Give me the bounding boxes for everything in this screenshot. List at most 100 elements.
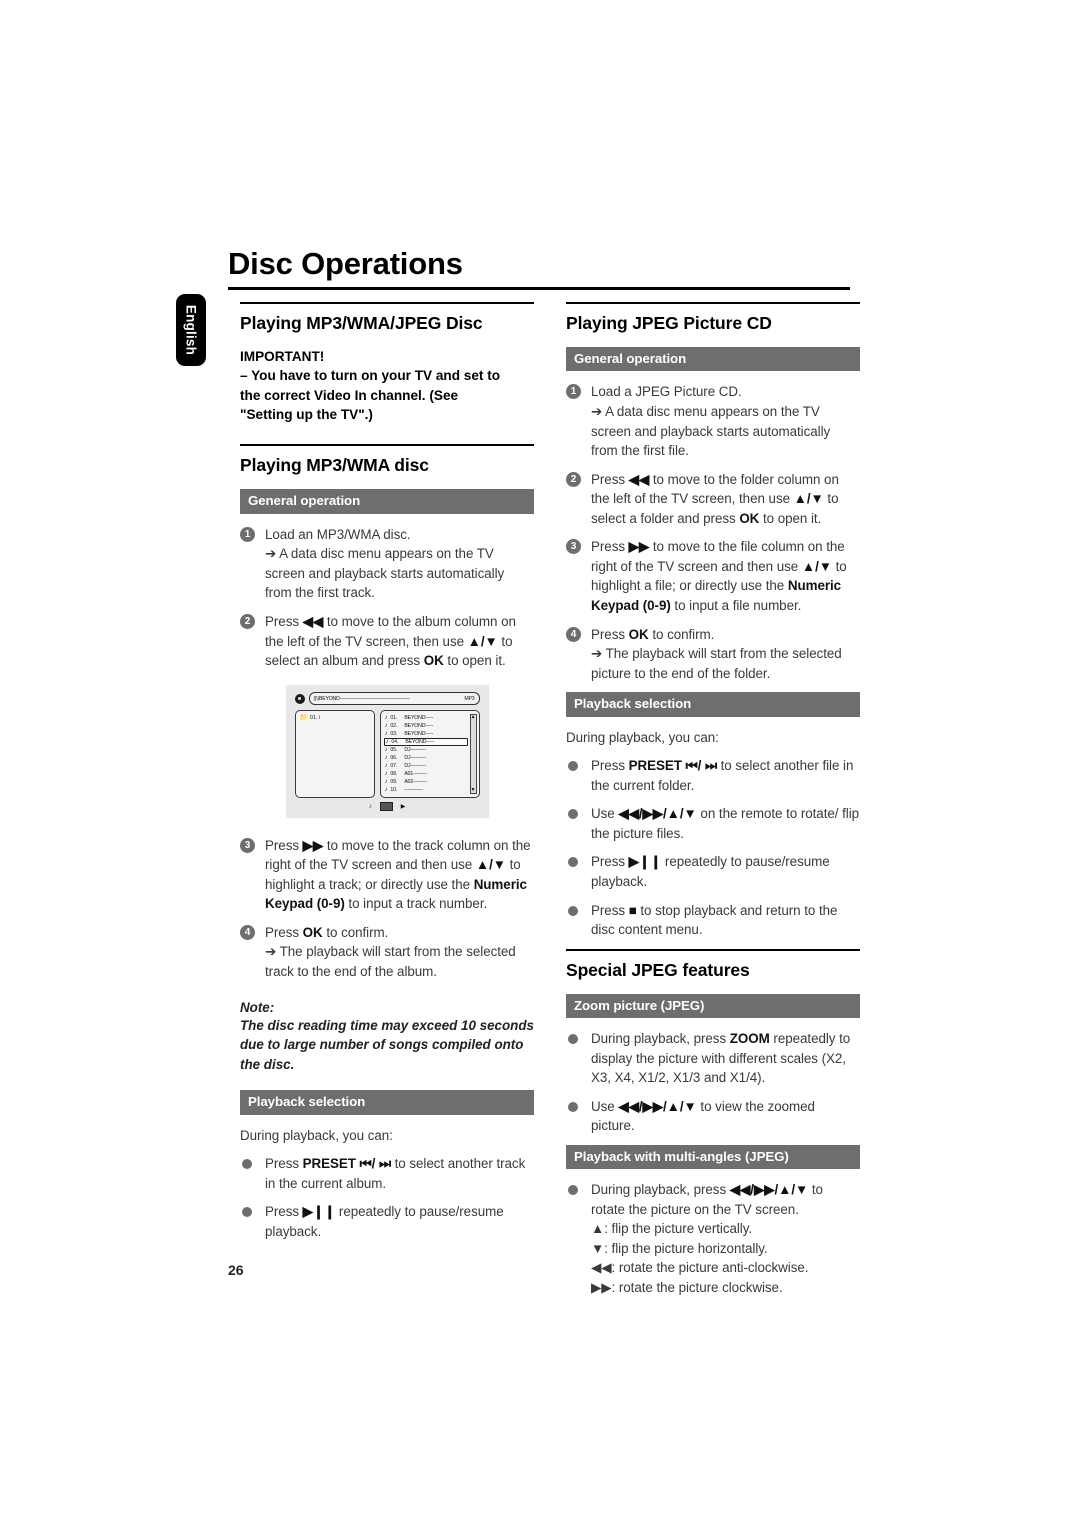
bullet-list-multiangle: During playback, press ◀◀/▶▶/▲/▼ to rota… bbox=[566, 1180, 860, 1297]
section-heading-playing-mp3-wma-disc: Playing MP3/WMA disc bbox=[240, 455, 429, 476]
tv-scrollbar[interactable]: ▲ ▼ bbox=[469, 713, 477, 794]
note-label: Note: bbox=[240, 999, 275, 1015]
tv-file-number: 09. bbox=[390, 778, 398, 785]
step-number: 4 bbox=[566, 626, 581, 642]
step-number: 4 bbox=[240, 924, 255, 940]
rewind-icon: ◀◀ bbox=[628, 471, 650, 487]
step-result: ➔ The playback will start from the selec… bbox=[591, 646, 842, 681]
bullet-text-a: Press bbox=[265, 1156, 303, 1172]
subsection-bar-multi-angles: Playback with multi-angles (JPEG) bbox=[566, 1144, 860, 1170]
step-number: 1 bbox=[240, 526, 255, 542]
step-number: 3 bbox=[566, 539, 581, 555]
play-pause-icon: ▶❙❙ bbox=[302, 1204, 336, 1220]
preset-key-label: PRESET bbox=[628, 758, 682, 774]
step-text-a: Press bbox=[265, 837, 303, 853]
bullet-text-a: During playback, press bbox=[591, 1182, 730, 1198]
subsection-bar-general-operation: General operation bbox=[566, 347, 860, 372]
step-text-a: Press bbox=[265, 924, 303, 940]
music-note-icon: ♪ bbox=[384, 746, 388, 753]
step-result: ➔ A data disc menu appears on the TV scr… bbox=[265, 546, 505, 601]
tv-file-name: A02--------- bbox=[404, 778, 428, 785]
subsection-bar-playback-selection: Playback selection bbox=[566, 692, 860, 717]
ok-key-label: OK bbox=[423, 653, 444, 669]
tv-file-row: ♪ 06. DJ---------- bbox=[384, 754, 468, 762]
page-number: 26 bbox=[228, 1262, 244, 1278]
tv-footer-controls: ♪ ▶ bbox=[295, 801, 480, 813]
tv-path-format: MP3 bbox=[464, 695, 475, 702]
tv-file-name: DJ---------- bbox=[404, 762, 427, 769]
bullet-dot-icon bbox=[568, 809, 578, 820]
fast-forward-icon: ▶▶ bbox=[302, 837, 324, 853]
tv-file-number: 05. bbox=[390, 746, 398, 753]
step-text: Load a JPEG Picture CD. bbox=[591, 384, 742, 400]
zoom-key-label: ZOOM bbox=[729, 1031, 770, 1047]
multiangle-key-legend: ▲: flip the picture vertically. ▼: flip … bbox=[591, 1219, 860, 1297]
tv-file-row: ♪ 07. DJ---------- bbox=[384, 762, 468, 770]
tv-file-number: 10. bbox=[390, 786, 398, 793]
key-legend-item: ◀◀: rotate the picture anti-clockwise. bbox=[591, 1260, 809, 1276]
play-pause-icon: ▶❙❙ bbox=[628, 854, 662, 870]
fast-forward-icon: ▶▶ bbox=[628, 539, 650, 555]
direction-keys-icon: ◀◀/▶▶/▲/▼ bbox=[618, 1098, 697, 1114]
step-text-d: to open it. bbox=[759, 510, 822, 526]
playback-intro-text: During playback, you can: bbox=[240, 1127, 393, 1143]
step-item: 4 Press OK to confirm. ➔ The playback wi… bbox=[566, 625, 860, 684]
tv-file-row: ♪ 05. DJ---------- bbox=[384, 746, 468, 754]
title-divider bbox=[228, 287, 850, 290]
tv-file-number: 01. bbox=[390, 714, 398, 721]
prev-next-icon: ⏮/ ⏭ bbox=[355, 1156, 391, 1172]
step-item: 4 Press OK to confirm. ➔ The playback wi… bbox=[240, 923, 534, 982]
tv-file-name: BEYOND----- bbox=[404, 730, 434, 737]
step-item: 1 Load a JPEG Picture CD. ➔ A data disc … bbox=[566, 382, 860, 460]
language-tab: English bbox=[176, 294, 206, 366]
key-legend-item: ▼: flip the picture horizontally. bbox=[591, 1240, 768, 1256]
direction-keys-icon: ◀◀/▶▶/▲/▼ bbox=[618, 806, 697, 822]
music-note-icon: ♪ bbox=[384, 770, 388, 777]
bullet-item: Press PRESET ⏮/ ⏭ to select another file… bbox=[566, 756, 860, 795]
step-text-a: Press bbox=[265, 613, 303, 629]
important-notice: IMPORTANT! – You have to turn on your TV… bbox=[240, 347, 534, 424]
bullet-item: Use ◀◀/▶▶/▲/▼ to view the zoomed picture… bbox=[566, 1097, 860, 1136]
tv-album-column: 📁 01. \ bbox=[294, 709, 375, 798]
prev-next-icon: ⏮/ ⏭ bbox=[681, 758, 717, 774]
tv-file-number: 02. bbox=[390, 722, 398, 729]
bullet-list-jpeg-playback: Press PRESET ⏮/ ⏭ to select another file… bbox=[566, 756, 860, 940]
section-heading-special-jpeg-features: Special JPEG features bbox=[566, 959, 750, 980]
tv-path-prefix: (|\)BEYOND bbox=[313, 695, 340, 702]
music-note-icon: ♪ bbox=[384, 786, 388, 793]
bullet-text-a: Use bbox=[591, 806, 619, 822]
ok-key-label: OK bbox=[739, 510, 760, 526]
bullet-text-a: Press bbox=[265, 1204, 303, 1220]
steps-list-mp3-cont: 3 Press ▶▶ to move to the track column o… bbox=[240, 836, 534, 982]
bullet-dot-icon bbox=[568, 761, 578, 772]
key-legend-item: ▲: flip the picture vertically. bbox=[591, 1221, 753, 1237]
note-block: Note: The disc reading time may exceed 1… bbox=[240, 1000, 534, 1075]
playback-intro-text: During playback, you can: bbox=[566, 729, 719, 745]
scroll-up-icon[interactable]: ▲ bbox=[471, 714, 476, 720]
music-note-icon: ♪ bbox=[384, 722, 388, 729]
step-number: 1 bbox=[566, 384, 581, 400]
bullet-item: Use ◀◀/▶▶/▲/▼ on the remote to rotate/ f… bbox=[566, 804, 860, 843]
tv-topbar: (|\)BEYOND —————————————— MP3 bbox=[294, 692, 480, 706]
section-divider bbox=[240, 444, 534, 447]
tv-path-field: (|\)BEYOND —————————————— MP3 bbox=[308, 692, 480, 706]
tv-file-number: 07. bbox=[390, 762, 398, 769]
folder-icon: 📁 bbox=[299, 713, 308, 721]
step-text-d: to input a file number. bbox=[670, 598, 802, 614]
tv-file-name: A01--------- bbox=[404, 770, 428, 777]
section-heading-playing-jpeg-picture-cd: Playing JPEG Picture CD bbox=[566, 313, 772, 333]
up-down-icon: ▲/▼ bbox=[467, 633, 498, 649]
key-legend-item: ▶▶: rotate the picture clockwise. bbox=[591, 1279, 783, 1295]
tv-file-row: ♪ 08. A01--------- bbox=[384, 770, 468, 778]
bullet-item: Press PRESET ⏮/ ⏭ to select another trac… bbox=[240, 1154, 534, 1193]
tv-file-row: ♪ 09. A02--------- bbox=[384, 778, 468, 786]
subsection-bar-zoom-picture: Zoom picture (JPEG) bbox=[566, 993, 860, 1019]
step-result: ➔ The playback will start from the selec… bbox=[265, 944, 516, 980]
stop-icon: ■ bbox=[628, 902, 637, 918]
bullet-list-mp3-playback: Press PRESET ⏮/ ⏭ to select another trac… bbox=[240, 1154, 534, 1241]
tv-file-row: ♪ 03. BEYOND----- bbox=[384, 730, 468, 738]
bullet-text-a: Use bbox=[591, 1098, 619, 1114]
bullet-text-a: Press bbox=[591, 758, 629, 774]
scroll-down-icon[interactable]: ▼ bbox=[471, 787, 476, 793]
tv-file-name: BEYOND----- bbox=[405, 738, 435, 745]
